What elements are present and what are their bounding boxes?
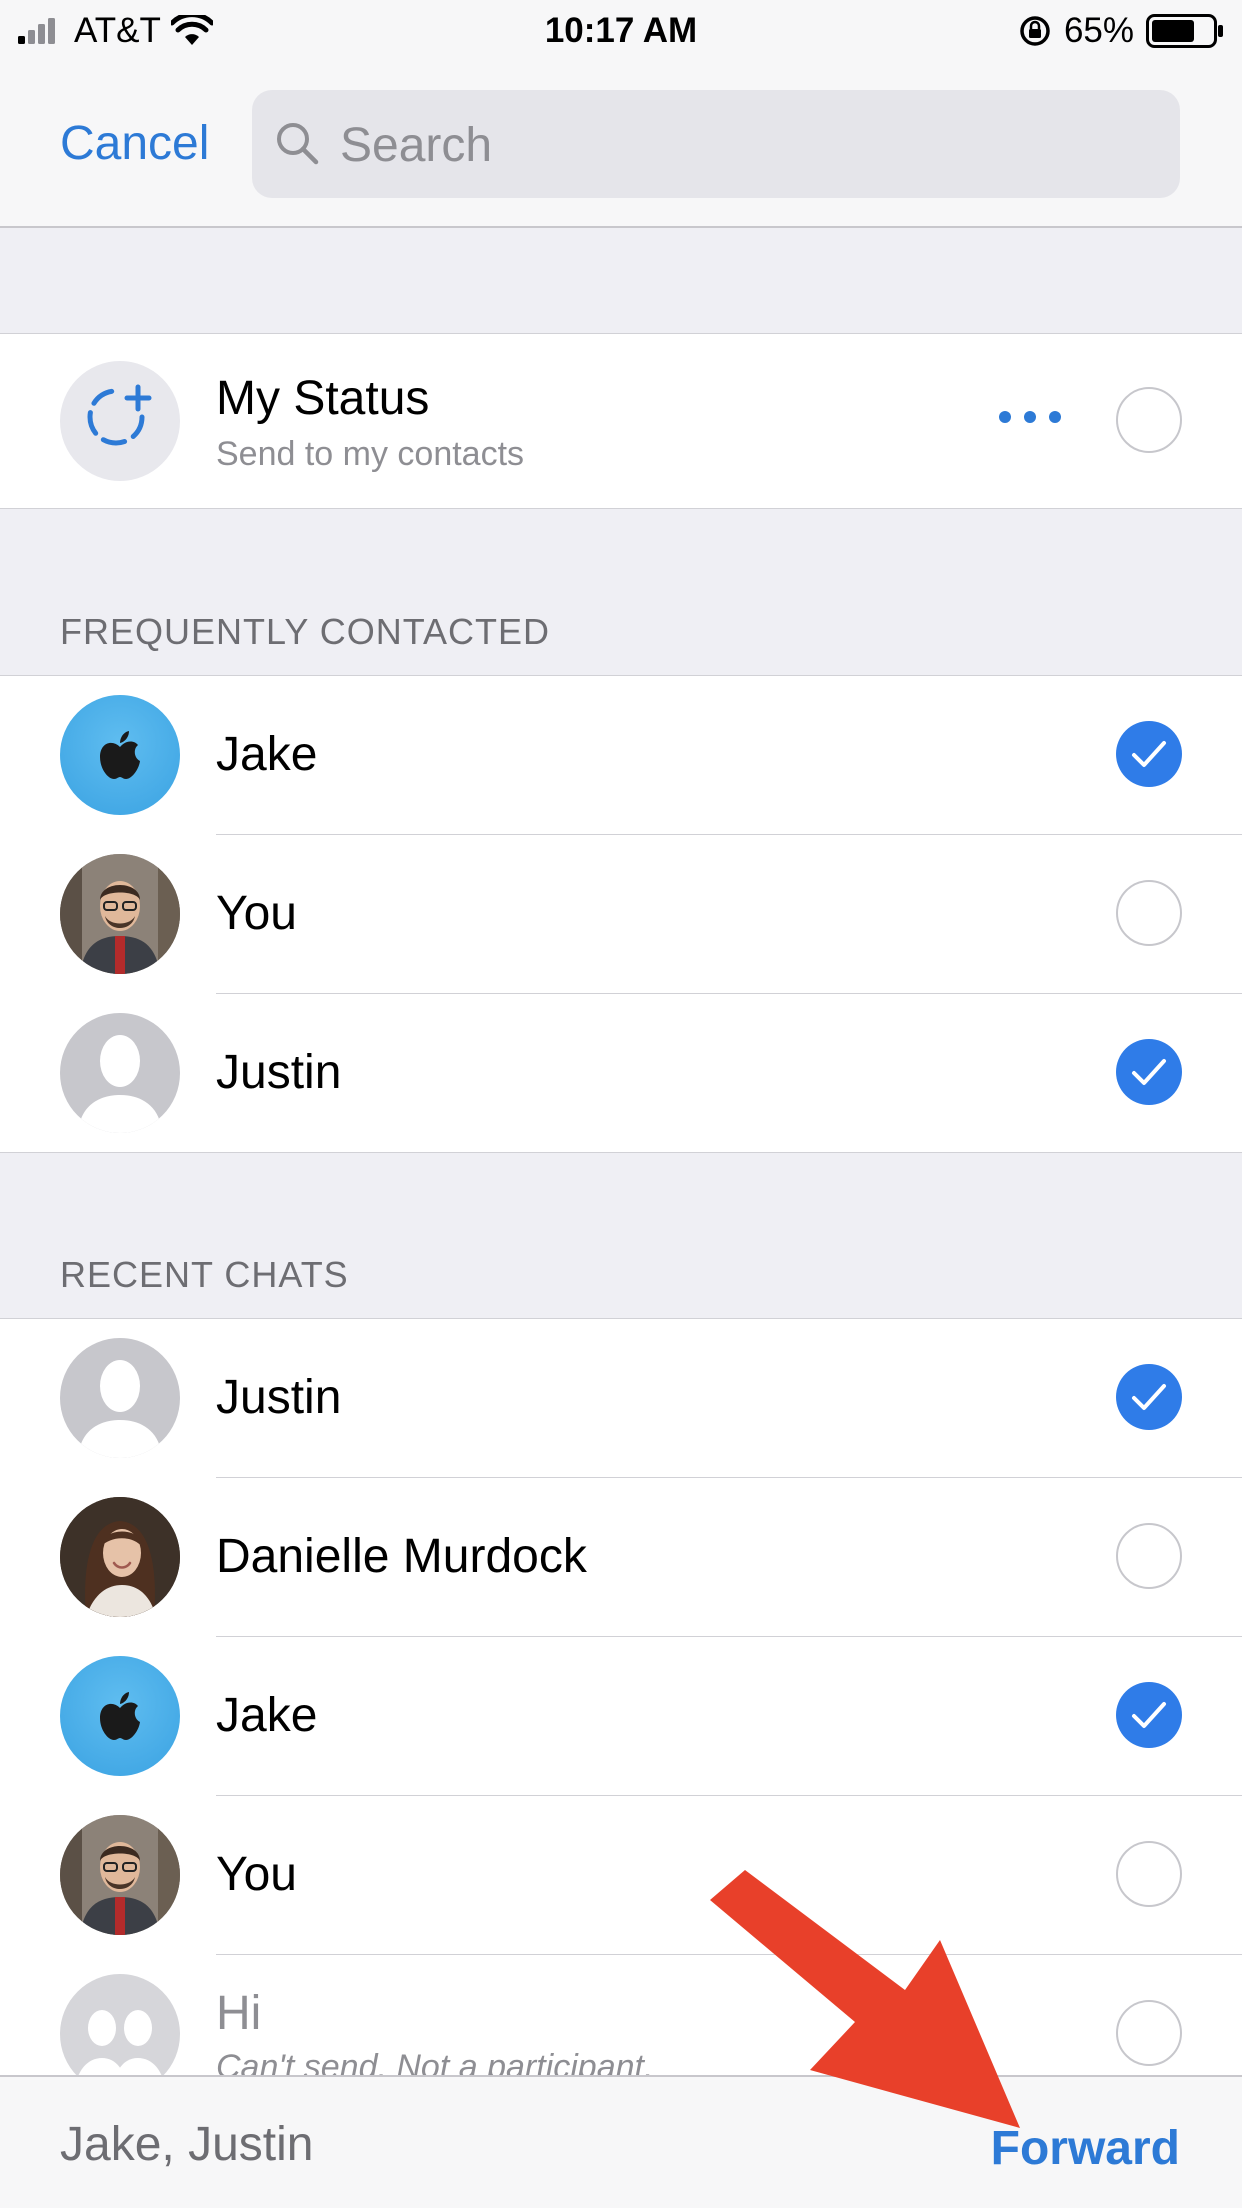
apple-logo-icon (100, 1692, 140, 1740)
contact-name: Justin (216, 1046, 342, 1099)
contact-name: Jake (216, 728, 318, 781)
checkmark-icon (1132, 1702, 1166, 1728)
more-options-icon[interactable] (998, 410, 1062, 424)
frequent-contacts-list: Jake You Justin (0, 675, 1242, 1153)
checkmark-icon (1132, 1384, 1166, 1410)
rotation-lock-icon (1020, 16, 1050, 46)
checkbox-unchecked[interactable] (1116, 2000, 1182, 2066)
checkbox-unchecked[interactable] (1116, 880, 1182, 946)
annotation-arrow-icon (710, 1870, 1020, 2128)
chat-row-you[interactable]: You (0, 1796, 1242, 1954)
chat-row-jake[interactable]: Jake (0, 1637, 1242, 1795)
checkbox-checked[interactable] (1116, 721, 1182, 787)
battery-icon (1146, 14, 1223, 48)
chat-name: Danielle Murdock (216, 1530, 587, 1583)
apple-logo-icon (100, 731, 140, 779)
default-person-avatar (60, 1013, 180, 1133)
person-silhouette-icon (78, 1035, 162, 1133)
chat-name: Jake (216, 1689, 318, 1742)
chat-name: Justin (216, 1371, 342, 1424)
recent-chats-list: Justin Danielle Murdock Jake You Hi Can'… (0, 1318, 1242, 2118)
apple-logo-avatar (60, 1656, 180, 1776)
status-right: 65% (1018, 10, 1224, 52)
my-status-checkbox[interactable] (1116, 387, 1182, 453)
search-input[interactable] (338, 106, 1142, 184)
selected-recipients: Jake, Justin (60, 2118, 314, 2171)
photo-man-avatar (60, 1815, 180, 1935)
photo-man-avatar (60, 854, 180, 974)
checkmark-icon (1132, 741, 1166, 767)
person-photo-icon (60, 1497, 180, 1617)
section-header-recent: RECENT CHATS (60, 1254, 349, 1295)
search-icon (277, 123, 319, 165)
contact-row-you[interactable]: You (0, 835, 1242, 993)
my-status-title: My Status (216, 372, 430, 425)
checkbox-checked[interactable] (1116, 1364, 1182, 1430)
my-status-row[interactable]: My Status Send to my contacts (0, 342, 1242, 500)
my-status-subtitle: Send to my contacts (216, 435, 525, 473)
checkbox-checked[interactable] (1116, 1039, 1182, 1105)
person-photo-icon (60, 854, 180, 974)
search-field[interactable] (252, 90, 1180, 198)
checkbox-checked[interactable] (1116, 1682, 1182, 1748)
chat-name: You (216, 1848, 297, 1901)
person-photo-icon (60, 1815, 180, 1935)
apple-logo-avatar (60, 695, 180, 815)
photo-woman-avatar (60, 1497, 180, 1617)
status-bar: AT&T 10:17 AM 65% (0, 0, 1242, 62)
checkbox-unchecked[interactable] (1116, 1523, 1182, 1589)
default-person-avatar (60, 1338, 180, 1458)
bottom-action-bar: Jake, Justin Forward (0, 2075, 1242, 2208)
chat-name: Hi (216, 1987, 262, 2040)
search-header: Cancel (0, 62, 1242, 228)
contact-name: You (216, 887, 297, 940)
chat-row-justin[interactable]: Justin (0, 1319, 1242, 1477)
cancel-button[interactable]: Cancel (60, 114, 209, 174)
chat-row-danielle-murdock[interactable]: Danielle Murdock (0, 1478, 1242, 1636)
my-status-avatar (60, 361, 180, 481)
contact-row-jake[interactable]: Jake (0, 676, 1242, 834)
contact-row-justin[interactable]: Justin (0, 994, 1242, 1152)
my-status-panel: My Status Send to my contacts (0, 333, 1242, 509)
person-silhouette-icon (78, 1360, 162, 1458)
status-add-icon (87, 384, 152, 446)
checkmark-icon (1132, 1059, 1166, 1085)
checkbox-unchecked[interactable] (1116, 1841, 1182, 1907)
battery-percent: 65% (1063, 11, 1134, 50)
section-header-frequent: FREQUENTLY CONTACTED (60, 611, 551, 652)
